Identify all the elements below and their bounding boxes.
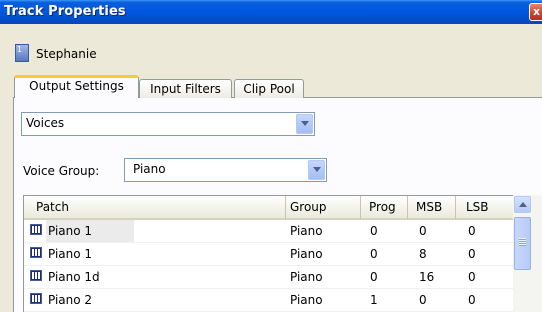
- tab-label: Output Settings: [29, 79, 124, 93]
- output-mode-select[interactable]: Voices: [21, 112, 315, 136]
- lsb-cell: 0: [468, 293, 476, 307]
- voice-group-label: Voice Group:: [23, 164, 100, 178]
- close-button[interactable]: x: [529, 3, 542, 21]
- table-row[interactable]: Piano 1 Piano 0 8 0: [24, 243, 519, 266]
- patch-cell: Piano 1d: [48, 270, 100, 284]
- tab-label: Clip Pool: [243, 82, 295, 96]
- output-mode-value: Voices: [26, 116, 65, 130]
- table-row[interactable]: Piano 1d Piano 0 16 0: [24, 266, 519, 289]
- msb-cell: 16: [419, 270, 435, 284]
- voice-group-value: Piano: [133, 162, 166, 176]
- prog-cell: 0: [370, 270, 378, 284]
- piano-keys-icon: [30, 224, 42, 235]
- patch-cell: Piano 1: [48, 247, 93, 261]
- track-number: 1: [17, 45, 23, 54]
- scroll-thumb[interactable]: [514, 217, 531, 270]
- chevron-down-icon[interactable]: [296, 114, 313, 134]
- group-cell: Piano: [290, 293, 323, 307]
- msb-cell: 8: [419, 247, 427, 261]
- table-scrollbar[interactable]: [513, 195, 542, 312]
- lsb-cell: 0: [468, 270, 476, 284]
- table-row[interactable]: Piano 1 Piano 0 0 0: [24, 220, 519, 243]
- piano-keys-icon: [30, 293, 42, 304]
- group-cell: Piano: [290, 270, 323, 284]
- track-name: Stephanie: [36, 47, 97, 61]
- voice-group-select[interactable]: Piano: [124, 158, 327, 182]
- tab-output-settings[interactable]: Output Settings: [14, 75, 139, 98]
- tab-clip-pool[interactable]: Clip Pool: [234, 79, 304, 98]
- column-header-patch[interactable]: Patch: [24, 196, 286, 220]
- chevron-down-icon[interactable]: [308, 160, 325, 180]
- lsb-cell: 0: [468, 224, 476, 238]
- column-header-lsb[interactable]: LSB: [456, 196, 514, 220]
- track-icon: 1: [15, 44, 29, 62]
- patch-table: Patch Group Prog MSB LSB Piano 1 Piano 0…: [23, 195, 542, 312]
- group-cell: Piano: [290, 224, 323, 238]
- column-header-msb[interactable]: MSB: [408, 196, 456, 220]
- column-header-group[interactable]: Group: [286, 196, 361, 220]
- piano-keys-icon: [30, 270, 42, 281]
- msb-cell: 0: [419, 293, 427, 307]
- window-title: Track Properties: [4, 4, 126, 19]
- patch-cell: Piano 1: [46, 220, 134, 242]
- tab-label: Input Filters: [150, 82, 221, 96]
- tab-input-filters[interactable]: Input Filters: [139, 79, 232, 98]
- scroll-up-icon[interactable]: [514, 196, 531, 213]
- column-header-prog[interactable]: Prog: [361, 196, 408, 220]
- group-cell: Piano: [290, 247, 323, 261]
- close-icon: x: [533, 5, 541, 18]
- msb-cell: 0: [419, 224, 427, 238]
- prog-cell: 0: [370, 224, 378, 238]
- piano-keys-icon: [30, 247, 42, 258]
- prog-cell: 0: [370, 247, 378, 261]
- title-bar: Track Properties x: [0, 0, 542, 24]
- lsb-cell: 0: [468, 247, 476, 261]
- table-row[interactable]: Piano 2 Piano 1 0 0: [24, 289, 519, 312]
- prog-cell: 1: [370, 293, 378, 307]
- patch-cell: Piano 2: [48, 293, 93, 307]
- grip-icon: [519, 238, 526, 246]
